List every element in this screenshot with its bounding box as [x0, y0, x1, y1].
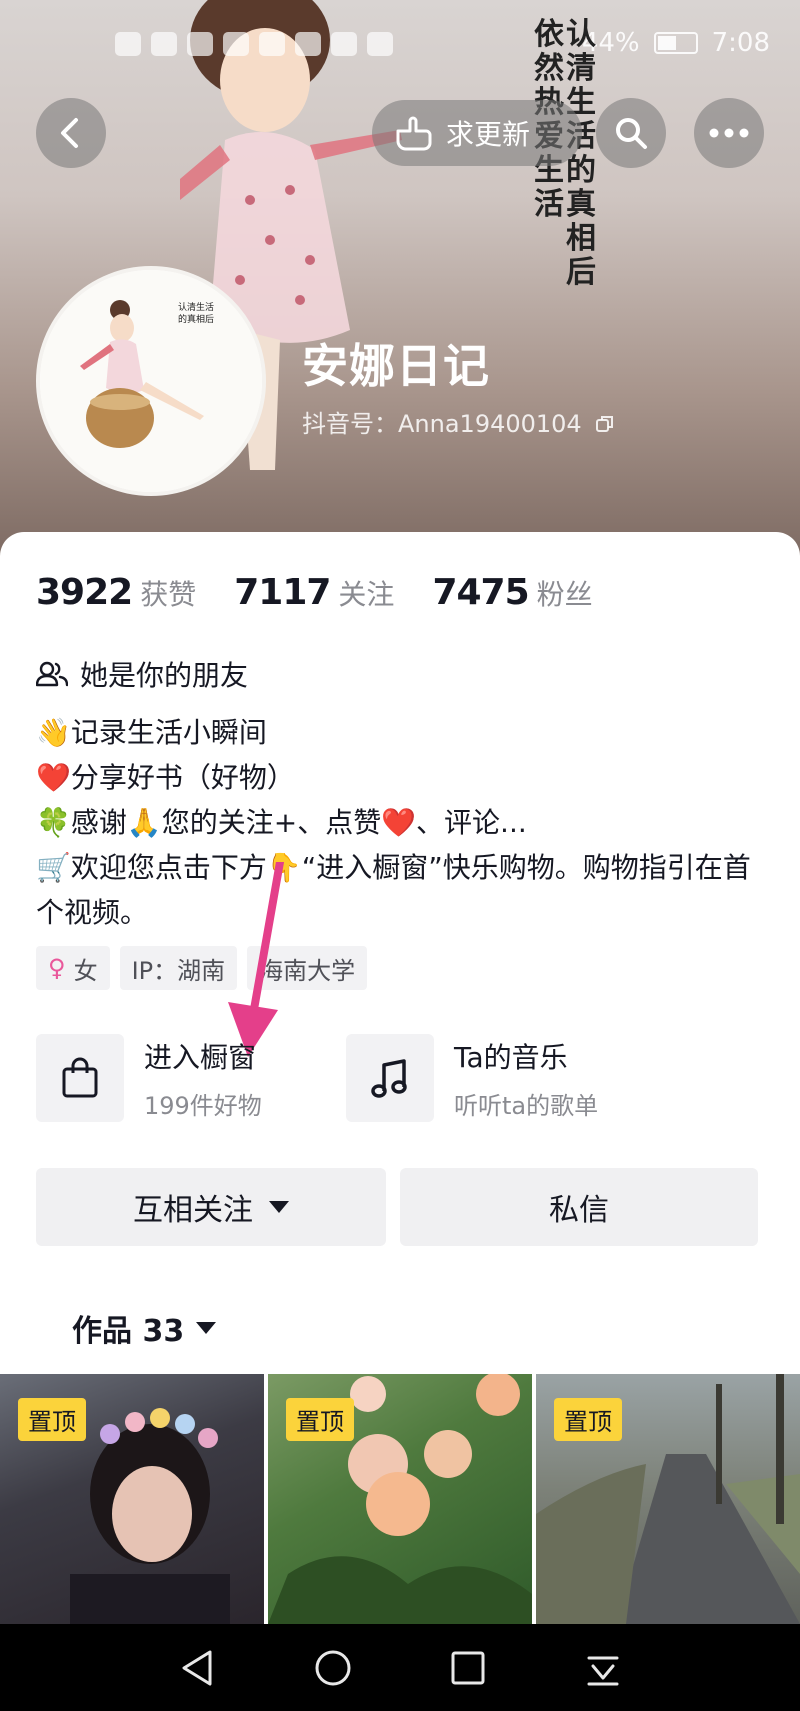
nav-recents-icon[interactable]: [448, 1648, 488, 1688]
friends-icon: [36, 661, 68, 687]
search-icon: [616, 118, 647, 149]
pinned-badge: 置顶: [286, 1398, 354, 1441]
nav-back-icon[interactable]: [178, 1648, 218, 1688]
video-grid: 置顶 置顶 置顶: [0, 1374, 800, 1624]
followers-label[interactable]: 粉丝: [537, 573, 593, 613]
app-icon: [259, 32, 285, 56]
follow-label: 互相关注: [133, 1193, 253, 1228]
nav-home-icon[interactable]: [313, 1648, 353, 1688]
mutual-follow-button[interactable]: 互相关注: [36, 1168, 386, 1246]
music-entry[interactable]: Ta的音乐 听听ta的歌单: [346, 1034, 598, 1122]
music-app-icon: [331, 32, 357, 56]
douyin-id[interactable]: 抖音号：Anna19400104: [302, 404, 615, 439]
following-count[interactable]: 7117: [234, 572, 331, 613]
profile-card: 3922 获赞 7117 关注 7475 粉丝 她是你的朋友 👋记录生活小瞬间 …: [0, 532, 800, 1711]
shop-window-entry[interactable]: 进入橱窗 199件好物: [36, 1034, 262, 1122]
pointing-hand-icon: [396, 116, 432, 151]
works-tab[interactable]: 作品 33: [72, 1306, 217, 1350]
back-button[interactable]: [36, 98, 106, 168]
request-update-button[interactable]: 求更新: [372, 100, 582, 166]
relationship-text: 她是你的朋友: [80, 659, 249, 692]
avatar[interactable]: 认清生活 的真相后: [36, 266, 266, 496]
message-label: 私信: [549, 1193, 609, 1228]
music-subtitle: 听听ta的歌单: [454, 1091, 599, 1120]
video-thumbnail[interactable]: 置顶: [536, 1374, 800, 1624]
shopping-bag-icon: [36, 1034, 124, 1122]
chevron-left-icon: [61, 118, 78, 148]
bio-line: 🛒欢迎您点击下方👇“进入橱窗”快乐购物。购物指引在首个视频。: [36, 851, 751, 929]
gender-tag: ♀ 女: [36, 946, 110, 990]
bank-icon: [295, 32, 321, 56]
wifi-icon: [187, 32, 213, 56]
shop-window-subtitle: 199件好物: [144, 1091, 262, 1120]
system-nav-bar: [0, 1624, 800, 1711]
bio-line: 🍀感谢🙏您的关注+、点赞❤️、评论...: [36, 806, 527, 839]
gender-label: 女: [73, 956, 98, 985]
svg-text:认清生活: 认清生活: [178, 301, 214, 313]
request-update-label: 求更新: [446, 118, 531, 151]
more-dots-icon: [709, 128, 749, 138]
bio-line: ❤️分享好书（好物）: [36, 761, 295, 794]
pinned-badge: 置顶: [554, 1398, 622, 1441]
tags-row: ♀ 女 IP：湖南 海南大学: [36, 946, 368, 990]
relationship-line: 她是你的朋友: [36, 654, 248, 694]
pinned-badge: 置顶: [18, 1398, 86, 1441]
capcut-icon: [223, 32, 249, 56]
music-title: Ta的音乐: [454, 1040, 568, 1074]
nav-notification-icon[interactable]: [583, 1648, 623, 1688]
profile-name: 安娜日记: [302, 339, 490, 393]
message-button[interactable]: 私信: [400, 1168, 758, 1246]
shop-window-title: 进入橱窗: [144, 1040, 257, 1074]
douyin-id-label: 抖音号：: [302, 410, 398, 438]
avatar-illustration: 认清生活 的真相后: [40, 270, 262, 492]
svg-text:的真相后: 的真相后: [178, 313, 214, 325]
likes-count: 3922: [36, 572, 133, 613]
douyin-id-value: Anna19400104: [398, 410, 582, 438]
music-note-icon: [346, 1034, 434, 1122]
caret-down-icon: [269, 1201, 289, 1213]
bio: 👋记录生活小瞬间 ❤️分享好书（好物） 🍀感谢🙏您的关注+、点赞❤️、评论...…: [36, 710, 766, 935]
status-right: 44% 7:08: [582, 28, 770, 58]
status-bar: 44% 7:08: [0, 22, 800, 72]
annotation-arrow: [228, 862, 284, 1057]
copy-icon[interactable]: [595, 414, 615, 434]
battery-icon: [653, 32, 698, 54]
search-button[interactable]: [596, 98, 666, 168]
video-thumbnail[interactable]: 置顶: [268, 1374, 532, 1624]
followers-count[interactable]: 7475: [432, 572, 529, 613]
caret-down-icon: [196, 1322, 217, 1334]
clock: 7:08: [711, 28, 770, 58]
female-icon: ♀: [48, 954, 66, 982]
more-button[interactable]: [694, 98, 764, 168]
message-app-icon: [367, 32, 393, 56]
following-label[interactable]: 关注: [338, 573, 394, 613]
bio-line: 👋记录生活小瞬间: [36, 716, 267, 749]
stats-row: 3922 获赞 7117 关注 7475 粉丝: [36, 572, 631, 613]
profile-banner: 44% 7:08 认清生活的真相后 依然热爱生活 求更新: [0, 0, 800, 560]
signal-icon: [151, 32, 177, 56]
likes-label: 获赞: [140, 578, 197, 611]
status-icons: [115, 32, 393, 56]
works-tab-label: 作品 33: [72, 1314, 185, 1349]
video-thumbnail[interactable]: 置顶: [0, 1374, 264, 1624]
hd-icon: [115, 32, 141, 56]
